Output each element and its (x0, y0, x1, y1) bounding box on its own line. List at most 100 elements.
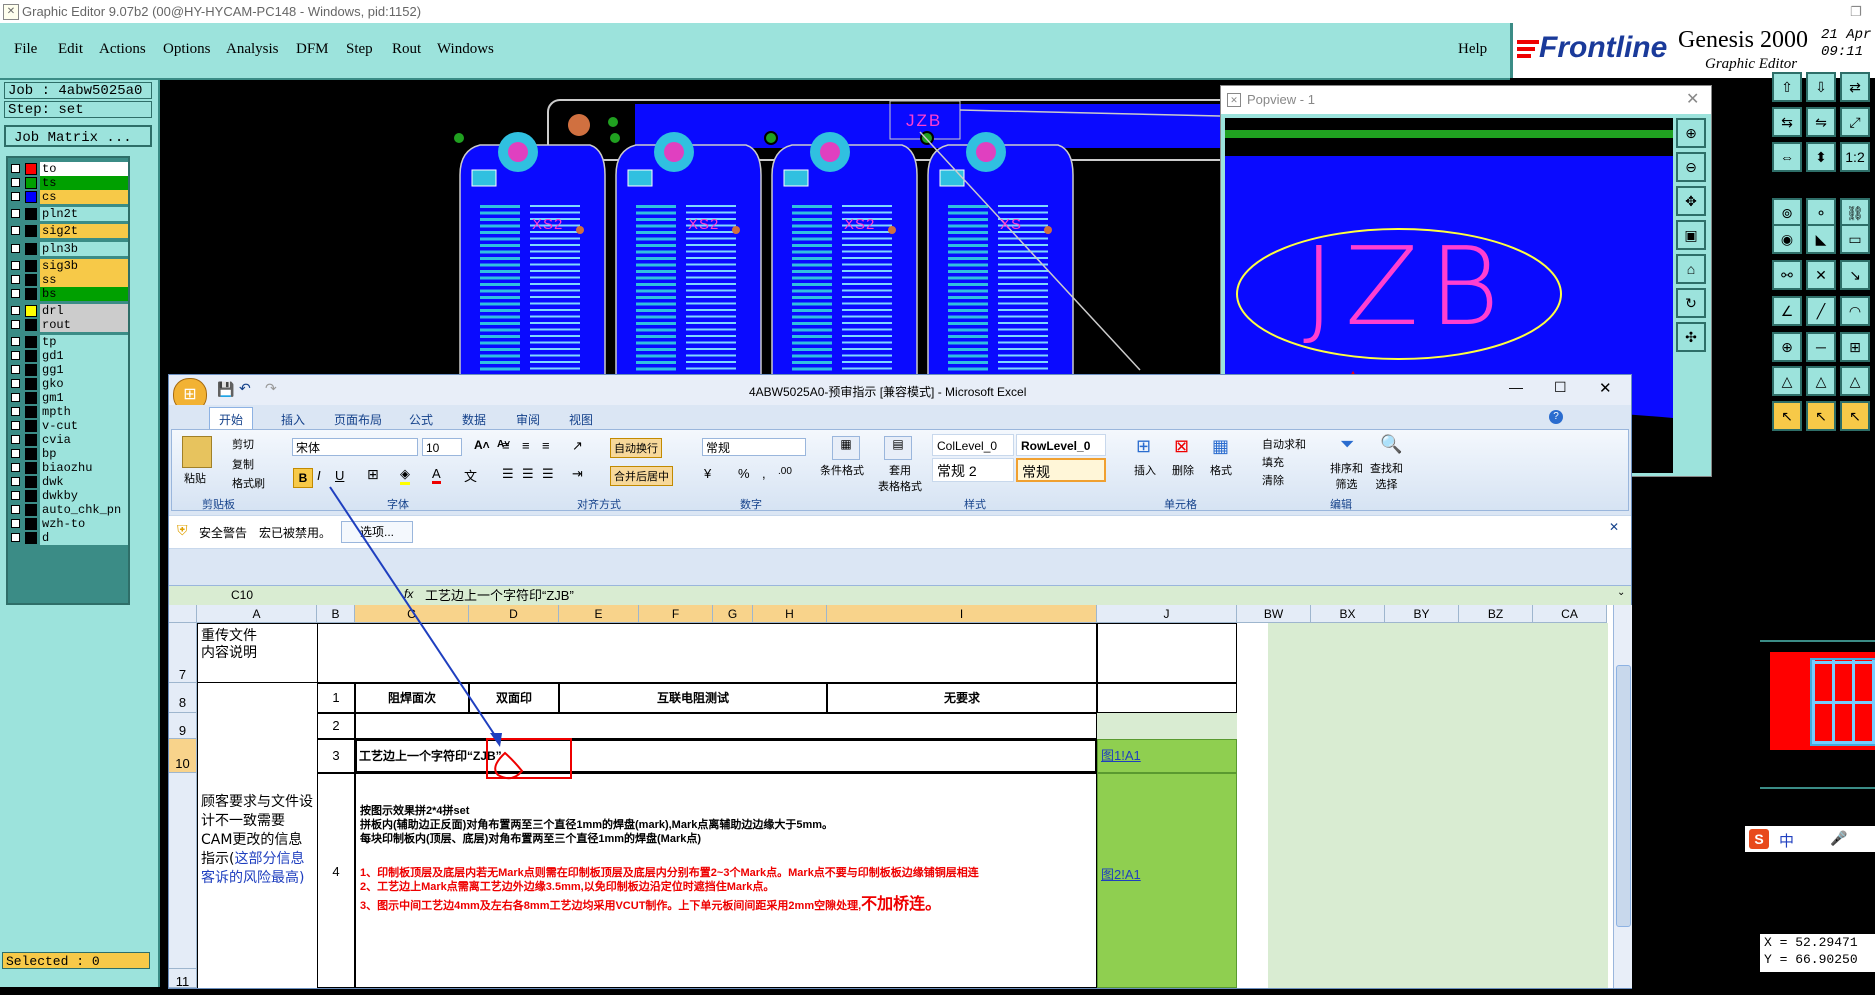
layer-checkbox[interactable] (11, 407, 20, 416)
layer-checkbox[interactable] (11, 289, 20, 298)
row-header-10[interactable]: 10 (169, 739, 197, 773)
layer-color-swatch[interactable] (25, 378, 37, 390)
layer-color-swatch[interactable] (25, 163, 37, 175)
layer-row[interactable]: auto_chk_pn (10, 503, 128, 517)
layer-checkbox[interactable] (11, 379, 20, 388)
layer-name[interactable]: v-cut (40, 419, 128, 433)
ime-mic-icon[interactable]: 🎤 (1830, 830, 1847, 847)
font-name-select[interactable]: 宋体 (292, 438, 418, 456)
layer-name[interactable]: bs (40, 287, 128, 301)
align-bottom-icon[interactable]: ⇩ (1806, 72, 1836, 102)
layer-name[interactable]: rout (40, 318, 128, 332)
font-size-select[interactable]: 10 (422, 438, 462, 456)
format-cell-button[interactable]: 格式 (1210, 462, 1232, 478)
layer-checkbox[interactable] (11, 463, 20, 472)
layer-row[interactable]: v-cut (10, 419, 128, 433)
layer-color-swatch[interactable] (25, 274, 37, 286)
layer-name[interactable]: tp (40, 335, 128, 349)
ime-s-icon[interactable]: S (1749, 829, 1769, 849)
layer-row[interactable]: ts (10, 176, 128, 190)
layer-name[interactable]: bp (40, 447, 128, 461)
layer-color-swatch[interactable] (25, 462, 37, 474)
layer-name[interactable]: pln3b (40, 242, 128, 256)
restore-icon[interactable]: ❐ (1850, 0, 1862, 23)
layer-color-swatch[interactable] (25, 504, 37, 516)
layer-color-swatch[interactable] (25, 392, 37, 404)
col-header-g[interactable]: G (713, 605, 753, 623)
layer-color-swatch[interactable] (25, 305, 37, 317)
triangle-icon[interactable]: △ (1772, 366, 1802, 396)
layer-name[interactable]: drl (40, 304, 128, 318)
layer-color-swatch[interactable] (25, 350, 37, 362)
layer-color-swatch[interactable] (25, 532, 37, 544)
layer-checkbox[interactable] (11, 320, 20, 329)
merge-center-button[interactable]: 合并后居中 (610, 466, 673, 486)
tab-data[interactable]: 数据 (462, 411, 486, 428)
close-icon[interactable]: ✕ (1599, 379, 1612, 397)
grid-icon[interactable]: ⊞ (1840, 332, 1870, 362)
measure-icon[interactable]: ⇔ (1772, 142, 1802, 172)
style-normal-2[interactable]: 常规 2 (932, 458, 1014, 482)
layer-row[interactable]: gg1 (10, 363, 128, 377)
layer-color-swatch[interactable] (25, 177, 37, 189)
job-matrix-button[interactable]: Job Matrix ... (4, 125, 152, 147)
cut-button[interactable]: 剪切 (232, 436, 254, 452)
layer-color-swatch[interactable] (25, 319, 37, 331)
col-header-f[interactable]: F (639, 605, 713, 623)
percent-icon[interactable]: % (738, 466, 750, 481)
layer-row[interactable]: rout (10, 318, 128, 332)
popview-move-icon[interactable]: ✣ (1676, 322, 1706, 352)
route-icon[interactable]: ↘ (1840, 260, 1870, 290)
vertical-scrollbar[interactable] (1613, 605, 1632, 988)
ime-mode[interactable]: 中 (1779, 830, 1794, 851)
row-header-8[interactable]: 8 (169, 683, 197, 713)
maximize-icon[interactable]: ☐ (1554, 379, 1567, 396)
layer-name[interactable]: gg1 (40, 363, 128, 377)
row-header-blank[interactable] (169, 773, 197, 969)
layer-row[interactable]: gm1 (10, 391, 128, 405)
network-icon[interactable]: ⚯ (1772, 260, 1802, 290)
menu-rout[interactable]: Rout (392, 41, 421, 58)
layer-color-swatch[interactable] (25, 364, 37, 376)
cell-j9[interactable] (1097, 713, 1237, 739)
layer-row[interactable]: sig3b (10, 259, 128, 273)
col-header-bw[interactable]: BW (1237, 605, 1311, 623)
layer-color-swatch[interactable] (25, 448, 37, 460)
layer-row[interactable]: dwkby (10, 489, 128, 503)
find-select-button[interactable]: 查找和 选择 (1370, 460, 1403, 492)
col-header-by[interactable]: BY (1385, 605, 1459, 623)
paste-icon[interactable] (182, 436, 212, 468)
table-format-button[interactable]: 套用 表格格式 (878, 462, 922, 494)
cell-j7[interactable] (1097, 623, 1237, 683)
popview-zoom-in-icon[interactable]: ⊕ (1676, 118, 1706, 148)
align-top-icon[interactable]: ⇧ (1772, 72, 1802, 102)
menu-analysis[interactable]: Analysis (226, 41, 279, 58)
layer-row[interactable]: cvia (10, 433, 128, 447)
number-format-select[interactable]: 常规 (702, 438, 806, 456)
cell-a7[interactable]: 重传文件 内容说明 (197, 623, 317, 683)
layer-checkbox[interactable] (11, 261, 20, 270)
conditional-format-button[interactable]: 条件格式 (820, 462, 864, 478)
probe-icon[interactable]: ⊕ (1772, 332, 1802, 362)
fill-button[interactable]: 填充 (1262, 454, 1284, 470)
layer-checkbox[interactable] (11, 209, 20, 218)
col-header-h[interactable]: H (753, 605, 827, 623)
layer-row[interactable]: gd1 (10, 349, 128, 363)
layer-checkbox[interactable] (11, 519, 20, 528)
delete-cell-button[interactable]: 删除 (1172, 462, 1194, 478)
tab-view[interactable]: 视图 (569, 411, 593, 428)
ruler-icon[interactable]: ▭ (1840, 224, 1870, 254)
layer-color-swatch[interactable] (25, 336, 37, 348)
mirror-icon[interactable]: ⇋ (1806, 107, 1836, 137)
layer-row[interactable]: pln2t (10, 207, 128, 221)
layer-checkbox[interactable] (11, 533, 20, 542)
pointer-b-icon[interactable]: ↖ (1806, 401, 1836, 431)
slant-icon[interactable]: ◣ (1806, 224, 1836, 254)
insert-cell-icon[interactable]: ⊞ (1136, 436, 1151, 457)
layer-name[interactable]: cvia (40, 433, 128, 447)
expand-formula-icon[interactable]: ⌄ (1617, 587, 1625, 598)
layer-name[interactable]: gm1 (40, 391, 128, 405)
orientation-icon[interactable]: ↗ (572, 438, 583, 454)
layer-color-swatch[interactable] (25, 434, 37, 446)
line-icon[interactable]: ─ (1806, 332, 1836, 362)
